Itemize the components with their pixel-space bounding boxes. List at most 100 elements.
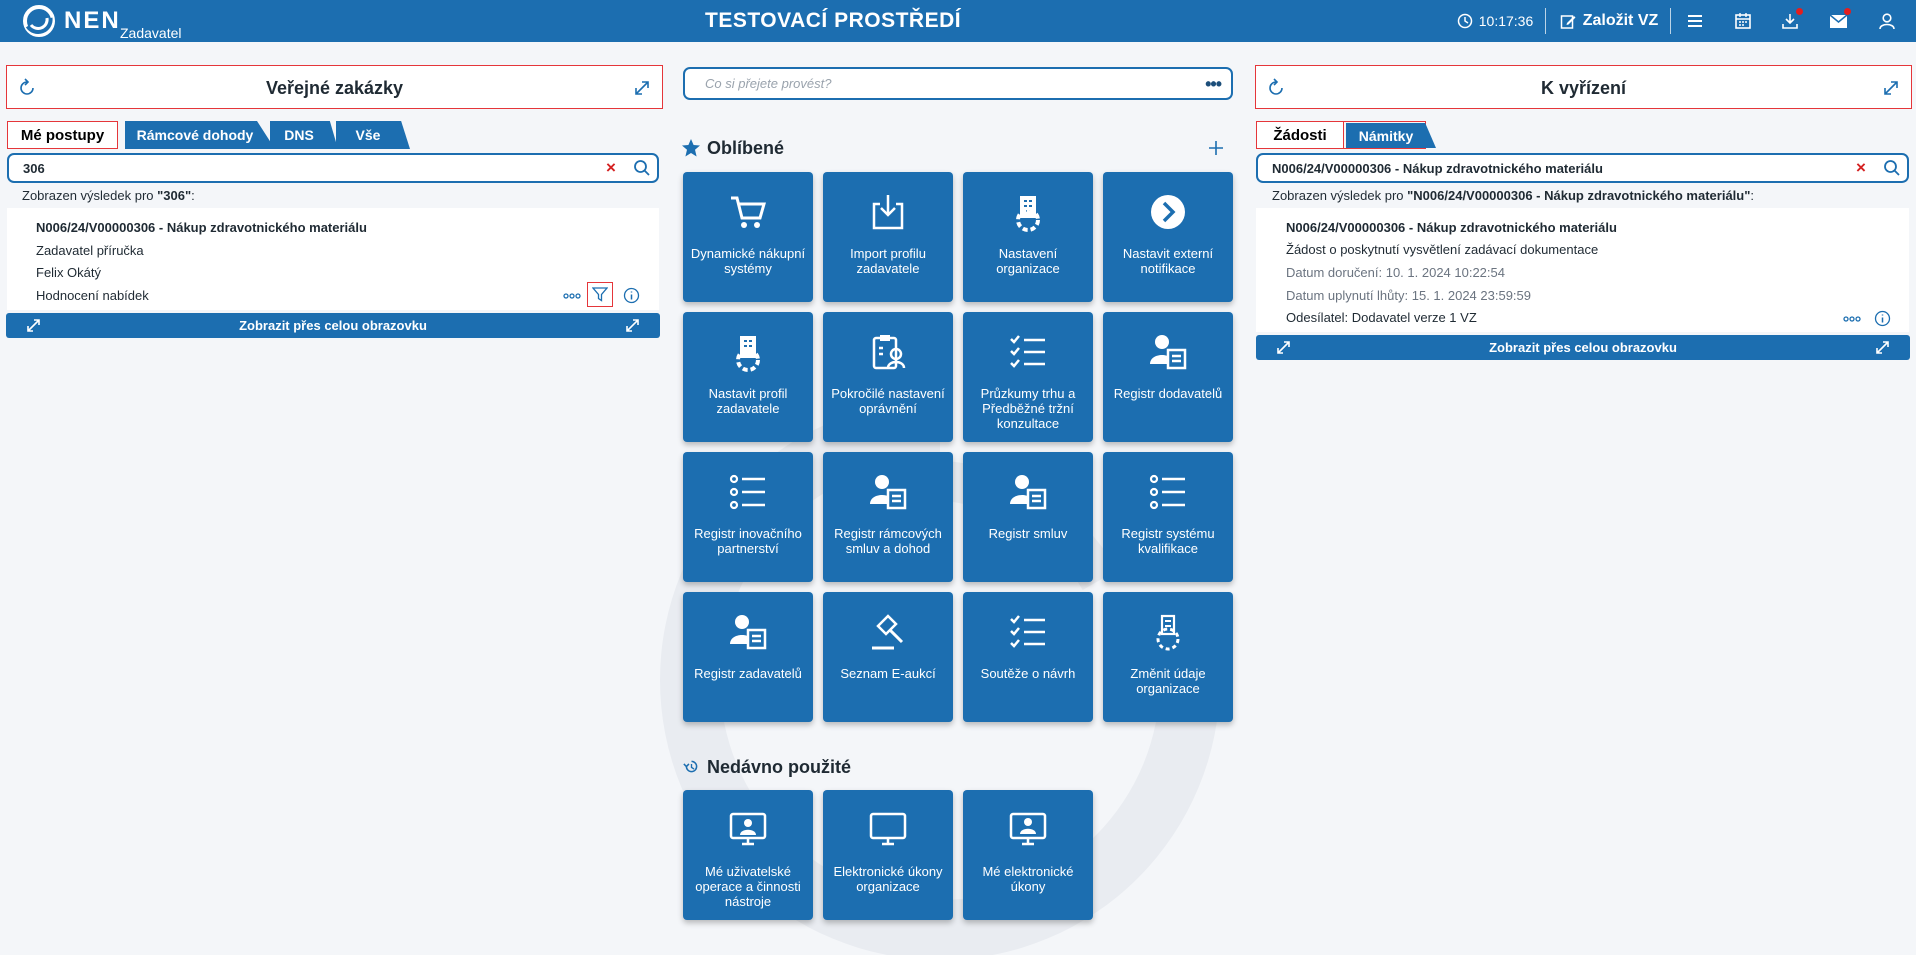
download-icon xyxy=(1782,14,1798,29)
tile-my-e-acts[interactable]: Mé elektronické úkony xyxy=(963,790,1093,920)
contract-result-card[interactable]: N006/24/V00000306 - Nákup zdravotnického… xyxy=(7,208,659,310)
clear-search-icon[interactable]: × xyxy=(1856,158,1866,178)
tile-innovation-partnership-register[interactable]: Registr inovačního partnerství xyxy=(683,452,813,582)
calendar-button[interactable] xyxy=(1728,0,1758,42)
arrow-circle-icon xyxy=(1151,195,1185,229)
cart-icon xyxy=(731,196,766,228)
tab-framework-agreements[interactable]: Rámcové dohody xyxy=(125,121,275,149)
left-search-input[interactable]: 306 × xyxy=(7,153,659,183)
tile-label: Pokročilé nastavení oprávnění xyxy=(831,386,945,416)
tile-market-research[interactable]: Průzkumy trhu a Předběžné tržní konzulta… xyxy=(963,312,1093,442)
nen-logo-icon[interactable] xyxy=(22,4,56,38)
recent-title: Nedávno použité xyxy=(707,757,852,777)
clear-search-icon[interactable]: × xyxy=(606,158,616,178)
gavel-icon xyxy=(872,614,904,650)
more-options-icon[interactable] xyxy=(563,292,581,300)
tile-design-contests[interactable]: Soutěže o návrh xyxy=(963,592,1093,722)
menu-button[interactable] xyxy=(1680,0,1710,42)
monitor-user-icon xyxy=(729,812,767,846)
monitor-icon xyxy=(869,812,907,846)
request-sender: Odesílatel: Dodavatel verze 1 VZ xyxy=(1286,310,1477,325)
tile-contracting-authorities-register[interactable]: Registr zadavatelů xyxy=(683,592,813,722)
right-search-input[interactable]: N006/24/V00000306 - Nákup zdravotnického… xyxy=(1256,153,1909,183)
tile-my-user-operations[interactable]: Mé uživatelské operace a činnosti nástro… xyxy=(683,790,813,920)
favorites-title: Oblíbené xyxy=(707,138,785,158)
profile-settings-icon xyxy=(736,336,760,372)
tile-dynamic-purchasing-systems[interactable]: Dynamické nákupní systémy xyxy=(683,172,813,302)
person-card-icon xyxy=(1150,335,1187,370)
tab-all[interactable]: Vše xyxy=(336,121,410,149)
checklist-icon xyxy=(1010,615,1045,648)
panel-title: K vyřízení xyxy=(1540,78,1627,98)
info-icon[interactable] xyxy=(1874,310,1891,327)
expand-icon xyxy=(1876,341,1889,354)
public-contracts-panel-header: Veřejné zakázky xyxy=(6,65,663,109)
search-value[interactable]: N006/24/V00000306 - Nákup zdravotnického… xyxy=(1272,161,1603,176)
tile-contract-register[interactable]: Registr smluv xyxy=(963,452,1093,582)
search-icon[interactable] xyxy=(1883,159,1901,177)
tile-label: Změnit údaje organizace xyxy=(1130,666,1206,696)
tile-change-organization-details[interactable]: Změnit údaje organizace xyxy=(1103,592,1233,722)
request-result-card[interactable]: N006/24/V00000306 - Nákup zdravotnického… xyxy=(1256,208,1909,332)
right-fullscreen-button[interactable]: Zobrazit přes celou obrazovku xyxy=(1256,335,1910,360)
expand-icon[interactable] xyxy=(632,78,652,98)
tab-requests[interactable]: Žádosti xyxy=(1256,121,1344,149)
tile-e-auctions[interactable]: Seznam E-aukcí xyxy=(823,592,953,722)
request-contract-title[interactable]: N006/24/V00000306 - Nákup zdravotnického… xyxy=(1286,220,1617,235)
notification-dot xyxy=(1796,8,1803,15)
search-icon[interactable] xyxy=(633,159,651,177)
contract-title[interactable]: N006/24/V00000306 - Nákup zdravotnického… xyxy=(36,220,367,235)
org-edit-icon xyxy=(1156,614,1180,651)
to-do-panel-header: K vyřízení xyxy=(1255,65,1912,109)
tile-label: Elektronické úkony organizace xyxy=(833,864,943,894)
left-fullscreen-button[interactable]: Zobrazit přes celou obrazovku xyxy=(6,313,660,338)
logo-text[interactable]: NEN xyxy=(64,7,121,35)
list-icon xyxy=(729,474,765,510)
tile-label: Registr systému kvalifikace xyxy=(1121,526,1215,556)
search-result-note: Zobrazen výsledek pro "N006/24/V00000306… xyxy=(1272,188,1755,203)
person-card-icon xyxy=(870,475,907,510)
tile-qualification-register[interactable]: Registr systému kvalifikace xyxy=(1103,452,1233,582)
tile-label: Seznam E-aukcí xyxy=(840,666,936,681)
tile-label: Nastavit externí notifikace xyxy=(1122,246,1214,276)
expand-icon[interactable] xyxy=(1881,78,1901,98)
tab-objections[interactable]: Námitky xyxy=(1346,123,1436,148)
list-icon xyxy=(1149,474,1185,510)
header-divider xyxy=(1545,8,1546,34)
command-search-input[interactable]: ••• xyxy=(683,67,1233,100)
star-icon xyxy=(682,139,700,157)
tile-advanced-permissions[interactable]: Pokročilé nastavení oprávnění xyxy=(823,312,953,442)
clock-icon xyxy=(1457,13,1472,29)
calendar-icon xyxy=(1735,13,1751,29)
tile-organization-settings[interactable]: Nastavení organizace xyxy=(963,172,1093,302)
downloads-button[interactable] xyxy=(1775,0,1805,42)
tile-supplier-register[interactable]: Registr dodavatelů xyxy=(1103,312,1233,442)
role-label: Zadavatel xyxy=(120,25,182,41)
tab-my-procedures[interactable]: Mé postupy xyxy=(7,121,118,149)
info-icon[interactable] xyxy=(623,287,640,304)
command-input-field[interactable] xyxy=(705,76,1165,91)
more-options-icon[interactable]: ••• xyxy=(1205,74,1222,95)
request-delivered-date: Datum doručení: 10. 1. 2024 10:22:54 xyxy=(1286,265,1505,280)
messages-button[interactable] xyxy=(1823,0,1853,42)
contract-organization: Zadavatel příručka xyxy=(36,243,144,258)
tile-set-contracting-profile[interactable]: Nastavit profil zadavatele xyxy=(683,312,813,442)
expand-icon xyxy=(27,319,40,332)
user-button[interactable] xyxy=(1872,0,1902,42)
session-timer: 10:17:36 xyxy=(1455,0,1535,42)
more-options-icon[interactable] xyxy=(1843,315,1861,323)
tile-import-profile[interactable]: Import profilu zadavatele xyxy=(823,172,953,302)
create-contract-button[interactable]: Založit VZ xyxy=(1556,0,1662,42)
tile-label: Registr dodavatelů xyxy=(1113,386,1223,401)
tile-organization-e-acts[interactable]: Elektronické úkony organizace xyxy=(823,790,953,920)
tab-dns[interactable]: DNS xyxy=(270,121,338,149)
tile-label: Registr smluv xyxy=(988,526,1068,541)
tile-external-notifications[interactable]: Nastavit externí notifikace xyxy=(1103,172,1233,302)
tile-label: Nastavení organizace xyxy=(996,246,1060,276)
tile-label: Mé uživatelské operace a činnosti nástro… xyxy=(695,864,801,909)
search-value[interactable]: 306 xyxy=(23,161,45,176)
tile-framework-register[interactable]: Registr rámcových smluv a dohod xyxy=(823,452,953,582)
filter-icon xyxy=(592,287,608,302)
filter-button[interactable] xyxy=(587,282,613,307)
add-favorite-icon[interactable] xyxy=(1208,140,1224,156)
